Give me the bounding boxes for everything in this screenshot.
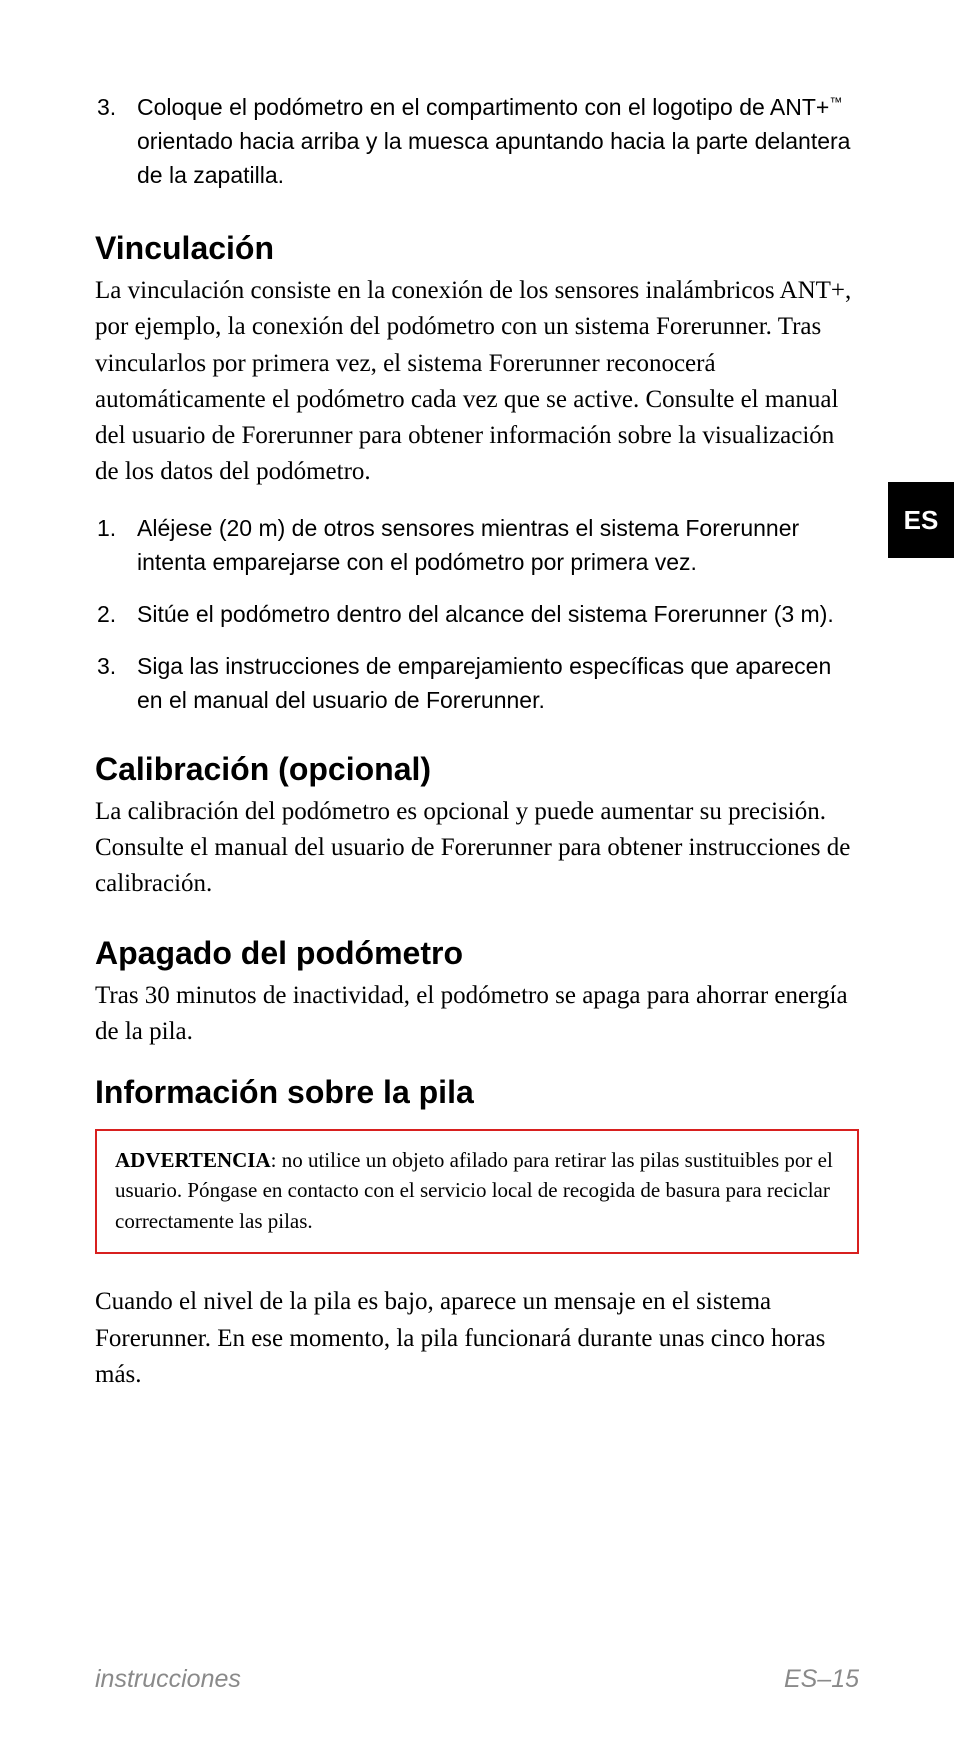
list-number: 3.: [95, 90, 137, 192]
page-footer: instrucciones ES–15: [95, 1665, 859, 1694]
body-calibracion: La calibración del podómetro es opcional…: [95, 794, 859, 903]
section-apagado: Apagado del podómetro Tras 30 minutos de…: [95, 935, 859, 1051]
list-item: 3. Siga las instrucciones de emparejamie…: [95, 649, 859, 717]
page-content: 3. Coloque el podómetro en el compartime…: [95, 90, 859, 1393]
trademark-symbol: ™: [829, 94, 842, 109]
list-number: 2.: [95, 597, 137, 631]
list-text: Aléjese (20 m) de otros sensores mientra…: [137, 511, 859, 579]
list-item: 3. Coloque el podómetro en el compartime…: [95, 90, 859, 192]
list-text: Sitúe el podómetro dentro del alcance de…: [137, 597, 859, 631]
heading-calibracion: Calibración (opcional): [95, 751, 859, 788]
section-calibracion: Calibración (opcional) La calibración de…: [95, 751, 859, 903]
heading-vinculacion: Vinculación: [95, 230, 859, 267]
vinculacion-steps: 1. Aléjese (20 m) de otros sensores mien…: [95, 511, 859, 717]
install-list-continued: 3. Coloque el podómetro en el compartime…: [95, 90, 859, 192]
footer-left: instrucciones: [95, 1665, 241, 1694]
list-number: 3.: [95, 649, 137, 717]
heading-apagado: Apagado del podómetro: [95, 935, 859, 972]
footer-right: ES–15: [784, 1665, 859, 1694]
list-text: Siga las instrucciones de emparejamiento…: [137, 649, 859, 717]
warning-label: ADVERTENCIA: [115, 1148, 271, 1172]
body-pila: Cuando el nivel de la pila es bajo, apar…: [95, 1284, 859, 1393]
heading-pila: Información sobre la pila: [95, 1074, 859, 1111]
body-vinculacion: La vinculación consiste en la conexión d…: [95, 273, 859, 491]
body-apagado: Tras 30 minutos de inactividad, el podóm…: [95, 978, 859, 1051]
list-number: 1.: [95, 511, 137, 579]
list-item: 1. Aléjese (20 m) de otros sensores mien…: [95, 511, 859, 579]
list-item: 2. Sitúe el podómetro dentro del alcance…: [95, 597, 859, 631]
section-vinculacion: Vinculación La vinculación consiste en l…: [95, 230, 859, 717]
section-pila: Información sobre la pila ADVERTENCIA: n…: [95, 1074, 859, 1393]
language-tab: ES: [888, 482, 954, 558]
warning-box: ADVERTENCIA: no utilice un objeto afilad…: [95, 1129, 859, 1254]
list-text: Coloque el podómetro en el compartimento…: [137, 90, 859, 192]
